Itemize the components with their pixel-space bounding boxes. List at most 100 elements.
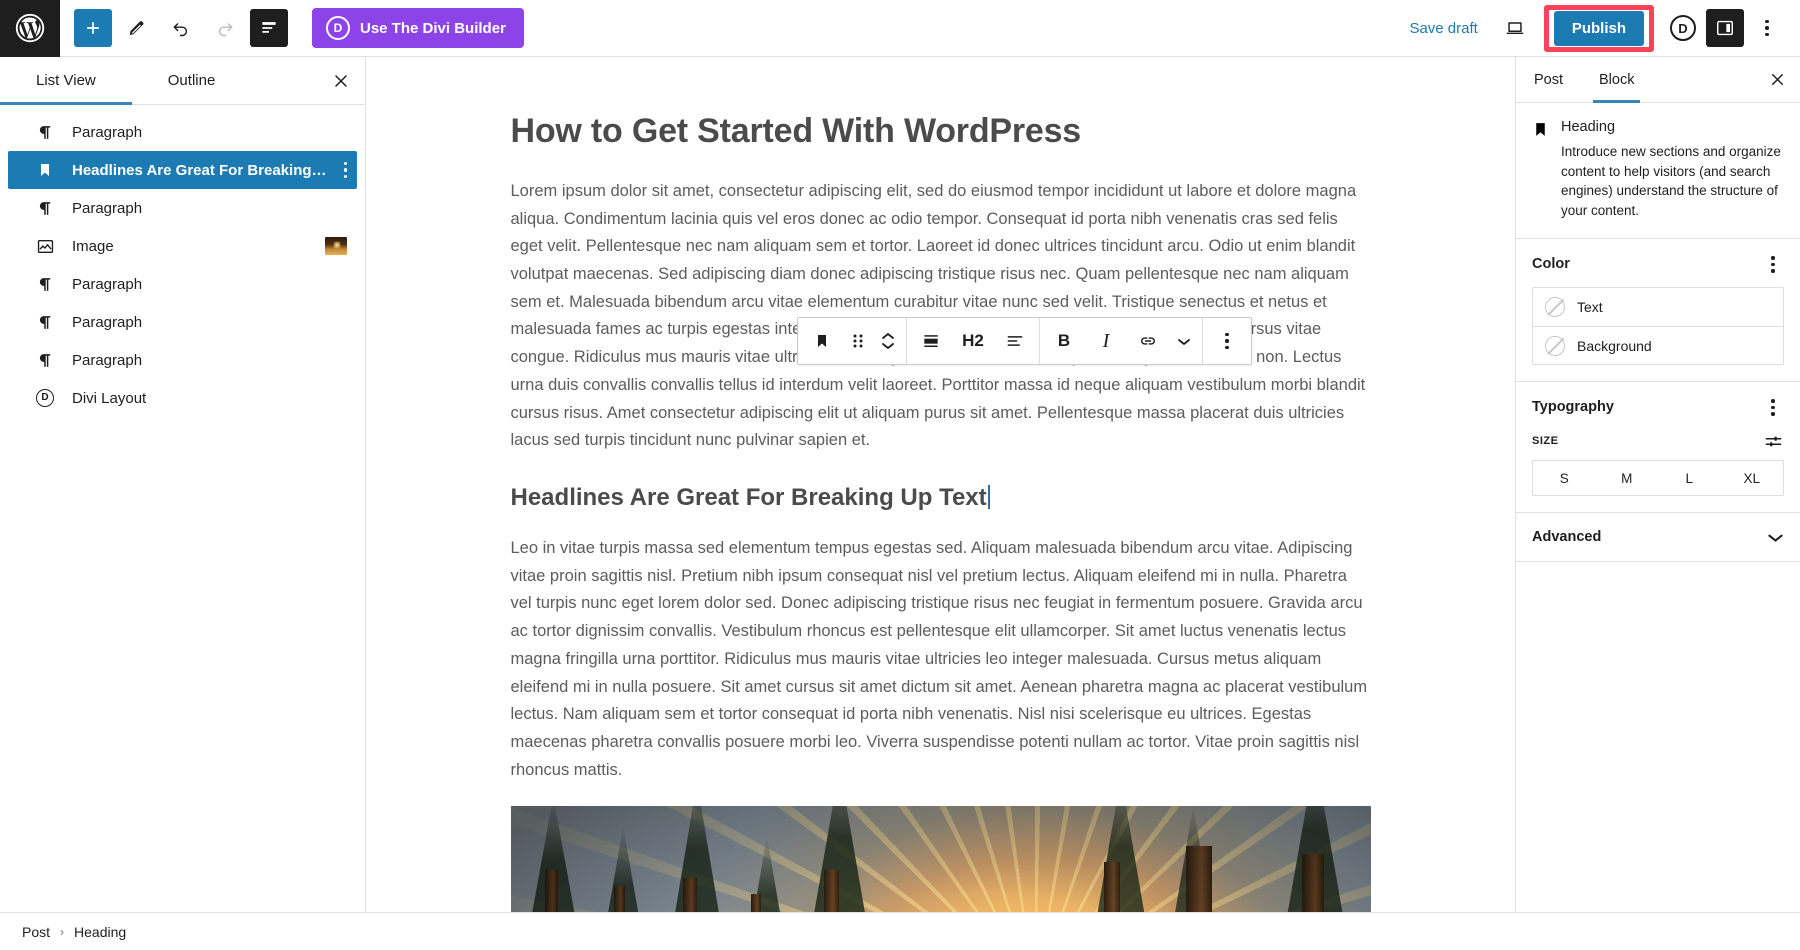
font-size-l[interactable]: L (1658, 461, 1721, 495)
list-item-image[interactable]: Image (8, 227, 357, 265)
chevron-down-icon (1178, 338, 1190, 345)
list-item[interactable]: Paragraph (8, 189, 357, 227)
list-item-label: Paragraph (72, 275, 143, 293)
close-list-view-button[interactable] (317, 57, 365, 104)
add-block-button[interactable] (74, 9, 112, 47)
link-button[interactable] (1127, 318, 1169, 364)
drag-handle-icon[interactable] (843, 318, 873, 364)
heading-bookmark-icon (1532, 119, 1549, 220)
typography-section-title: Typography (1532, 399, 1614, 416)
heading-level-button[interactable]: H2 (952, 318, 994, 364)
block-name-label: Heading (1561, 119, 1616, 135)
italic-button[interactable]: I (1085, 318, 1127, 364)
close-settings-button[interactable] (1754, 57, 1800, 102)
block-type-button[interactable] (801, 318, 843, 364)
more-options-button[interactable] (1748, 9, 1786, 47)
list-item-label: Paragraph (72, 351, 143, 369)
list-item-label: Paragraph (72, 313, 143, 331)
block-toolbar-group-format: B I (1039, 318, 1202, 364)
text-align-button[interactable] (994, 318, 1036, 364)
tab-post[interactable]: Post (1516, 57, 1581, 102)
list-item-label: Paragraph (72, 199, 143, 217)
undo-button[interactable] (162, 9, 200, 47)
editor-canvas: How to Get Started With WordPress Lorem … (366, 57, 1515, 912)
heading-text: Headlines Are Great For Breaking Up Text (510, 483, 987, 511)
preview-button[interactable] (1496, 9, 1534, 47)
breadcrumb-heading[interactable]: Heading (74, 924, 126, 940)
tab-list-view[interactable]: List View (0, 57, 132, 105)
tab-block[interactable]: Block (1581, 57, 1652, 103)
kebab-menu-icon (1765, 19, 1769, 37)
list-item[interactable]: Paragraph (8, 303, 357, 341)
chevron-up-icon (882, 333, 894, 339)
breadcrumb-separator: › (60, 924, 65, 939)
advanced-section-title: Advanced (1532, 529, 1602, 546)
list-item-heading-selected[interactable]: Headlines Are Great For Breaking Up T... (8, 151, 357, 189)
block-toolbar-group-options (1202, 318, 1251, 364)
text-cursor (987, 484, 990, 509)
top-bar-right-tools: Save draft Publish D (1395, 4, 1800, 52)
color-options-button[interactable] (1762, 253, 1784, 275)
more-formats-button[interactable] (1169, 318, 1199, 364)
top-bar-left-tools: D Use The Divi Builder (60, 8, 524, 48)
typography-options-button[interactable] (1762, 396, 1784, 418)
font-size-m[interactable]: M (1596, 461, 1659, 495)
list-item-divi-layout[interactable]: D Divi Layout (8, 379, 357, 417)
advanced-section-toggle[interactable]: Advanced (1516, 513, 1800, 563)
font-size-s[interactable]: S (1533, 461, 1596, 495)
font-size-toggle-group: S M L XL (1532, 460, 1784, 497)
breadcrumb-bar: Post › Heading (0, 912, 1800, 950)
move-block-buttons[interactable] (873, 318, 903, 364)
none-swatch-icon (1545, 297, 1565, 318)
divi-builder-label: Use The Divi Builder (360, 19, 506, 37)
post-title-heading[interactable]: How to Get Started With WordPress (511, 111, 1371, 152)
save-draft-button[interactable]: Save draft (1395, 12, 1491, 45)
image-block[interactable] (510, 806, 1371, 912)
font-size-xl[interactable]: XL (1721, 461, 1784, 495)
divi-logo-icon: D (326, 16, 350, 40)
list-item-label: Paragraph (72, 123, 143, 141)
image-icon (34, 237, 56, 256)
color-section: Color Text Background (1516, 239, 1800, 383)
tab-outline[interactable]: Outline (132, 57, 252, 104)
color-background-row[interactable]: Background (1533, 326, 1783, 364)
list-item-options-button[interactable] (343, 161, 347, 179)
redo-button[interactable] (206, 9, 244, 47)
font-size-header: SIZE (1532, 430, 1784, 452)
list-item[interactable]: Paragraph (8, 341, 357, 379)
paragraph-icon (34, 314, 56, 331)
heading-bookmark-icon (34, 162, 56, 178)
post-content: How to Get Started With WordPress Lorem … (510, 57, 1371, 912)
list-item[interactable]: Paragraph (8, 265, 357, 303)
kebab-menu-icon (1771, 256, 1775, 273)
divi-toggle-button[interactable]: D (1664, 9, 1702, 47)
publish-button[interactable]: Publish (1553, 10, 1644, 46)
list-item-label: Image (72, 237, 114, 255)
list-item-thumbnail (325, 237, 347, 255)
list-view-toggle-button[interactable] (250, 9, 288, 47)
use-divi-builder-button[interactable]: D Use The Divi Builder (312, 8, 524, 48)
color-options-list: Text Background (1532, 287, 1784, 366)
list-view-panel: List View Outline Paragraph Headlines Ar… (0, 57, 366, 912)
editor-body: List View Outline Paragraph Headlines Ar… (0, 57, 1800, 912)
sliders-icon (1765, 436, 1781, 447)
font-size-settings-button[interactable] (1762, 430, 1784, 452)
block-toolbar-group-heading: H2 (906, 318, 1039, 364)
block-align-button[interactable] (910, 318, 952, 364)
typography-section: Typography SIZE S M L XL (1516, 382, 1800, 514)
wordpress-logo-icon[interactable] (0, 0, 60, 57)
paragraph-block-2[interactable]: Leo in vitae turpis massa sed elementum … (511, 535, 1371, 784)
block-options-button[interactable] (1206, 318, 1248, 364)
color-section-title: Color (1532, 256, 1570, 273)
tools-pencil-button[interactable] (118, 9, 156, 47)
divi-layout-icon: D (34, 389, 56, 407)
block-info-card: Heading Introduce new sections and organ… (1516, 103, 1800, 240)
chevron-down-icon (882, 343, 894, 349)
breadcrumb-post[interactable]: Post (22, 924, 50, 940)
bold-button[interactable]: B (1043, 318, 1085, 364)
color-text-row[interactable]: Text (1533, 288, 1783, 326)
heading-block-h2[interactable]: Headlines Are Great For Breaking Up Text (511, 483, 990, 513)
settings-sidebar-toggle-button[interactable] (1706, 9, 1744, 47)
divi-circle-icon: D (1670, 15, 1696, 41)
list-item[interactable]: Paragraph (8, 113, 357, 151)
